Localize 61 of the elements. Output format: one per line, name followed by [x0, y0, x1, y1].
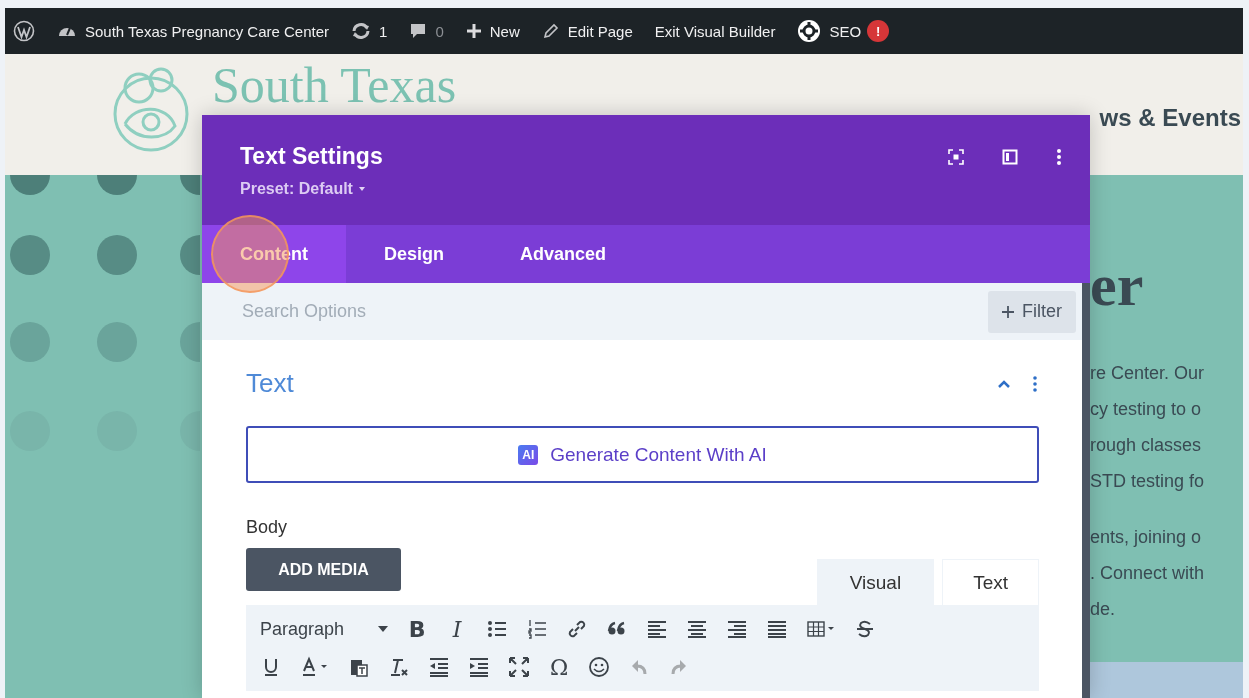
plus-icon	[465, 23, 482, 39]
site-name-link[interactable]: South Texas Pregnancy Care Center	[57, 22, 330, 40]
nav-link[interactable]: ws & Events	[1099, 104, 1241, 132]
gear-icon	[797, 19, 822, 43]
bullet-list-icon[interactable]	[486, 618, 509, 640]
seo-menu[interactable]: SEO !	[797, 19, 890, 43]
paragraph-line: cy testing to o	[1090, 398, 1203, 421]
wordpress-logo-icon[interactable]	[13, 20, 35, 42]
paragraph-line: STD testing fo	[1090, 470, 1206, 493]
format-dropdown[interactable]: Paragraph	[260, 618, 389, 640]
chevron-icon[interactable]	[997, 378, 1011, 389]
more-options-icon[interactable]	[1056, 148, 1062, 166]
add-media-button[interactable]: ADD MEDIA	[246, 548, 401, 591]
updates-link[interactable]: 1	[351, 22, 388, 40]
paragraph-line: . Connect with	[1090, 562, 1206, 585]
settings-tab[interactable]: Design	[346, 225, 482, 283]
new-link[interactable]: New	[465, 22, 520, 40]
align-center-icon[interactable]	[686, 618, 709, 640]
paragraph-line: ents, joining o	[1090, 526, 1203, 549]
paragraph-line: de.	[1090, 598, 1117, 621]
sidebar-layout-icon[interactable]	[1002, 149, 1018, 165]
editor-tab[interactable]: Text	[942, 559, 1039, 605]
italic-button[interactable]: I	[446, 616, 469, 642]
comments-link[interactable]: 0	[409, 22, 444, 40]
clear-format-icon[interactable]	[388, 656, 410, 678]
preset-dropdown[interactable]: Preset: Default	[240, 180, 383, 198]
exit-visual-builder-link[interactable]: Exit Visual Builder	[654, 22, 776, 40]
section-title[interactable]: Text	[246, 368, 294, 399]
more-options-icon[interactable]	[1033, 375, 1037, 392]
edit-page-link[interactable]: Edit Page	[541, 22, 633, 40]
comment-icon	[409, 22, 428, 40]
focus-icon[interactable]	[948, 149, 964, 165]
fullscreen-icon[interactable]	[508, 656, 530, 678]
outdent-icon[interactable]	[428, 656, 450, 678]
pencil-icon	[541, 22, 560, 40]
search-options-field[interactable]: Search Options	[240, 300, 544, 323]
indent-icon[interactable]	[468, 656, 490, 678]
ai-badge: AI	[518, 444, 539, 465]
justify-icon[interactable]	[766, 618, 789, 640]
align-left-icon[interactable]	[646, 618, 669, 640]
numbered-list-icon[interactable]	[526, 618, 549, 640]
paragraph-line: re Center. Our	[1090, 362, 1206, 385]
emoji-icon[interactable]	[588, 656, 610, 678]
generate-ai-button[interactable]: AI Generate Content With AI	[246, 426, 1039, 483]
notification-badge: !	[867, 20, 890, 42]
filter-button[interactable]: Filter	[988, 290, 1076, 333]
body-label: Body	[246, 517, 288, 538]
plus-icon	[1002, 305, 1014, 318]
bold-button[interactable]: B	[406, 616, 429, 642]
align-right-icon[interactable]	[726, 618, 749, 640]
modal-title: Text Settings	[240, 143, 383, 170]
editor-tab[interactable]: Visual	[816, 559, 935, 605]
text-color-icon[interactable]	[300, 656, 330, 678]
hero-heading: er	[1090, 255, 1145, 315]
refresh-icon	[351, 22, 372, 40]
caret-icon	[357, 186, 366, 192]
table-icon[interactable]	[806, 618, 837, 640]
settings-tab[interactable]: Advanced	[482, 225, 645, 283]
special-character-button[interactable]: Ω	[548, 654, 570, 680]
caret-icon	[378, 626, 389, 632]
paragraph-line: rough classes	[1090, 434, 1203, 457]
